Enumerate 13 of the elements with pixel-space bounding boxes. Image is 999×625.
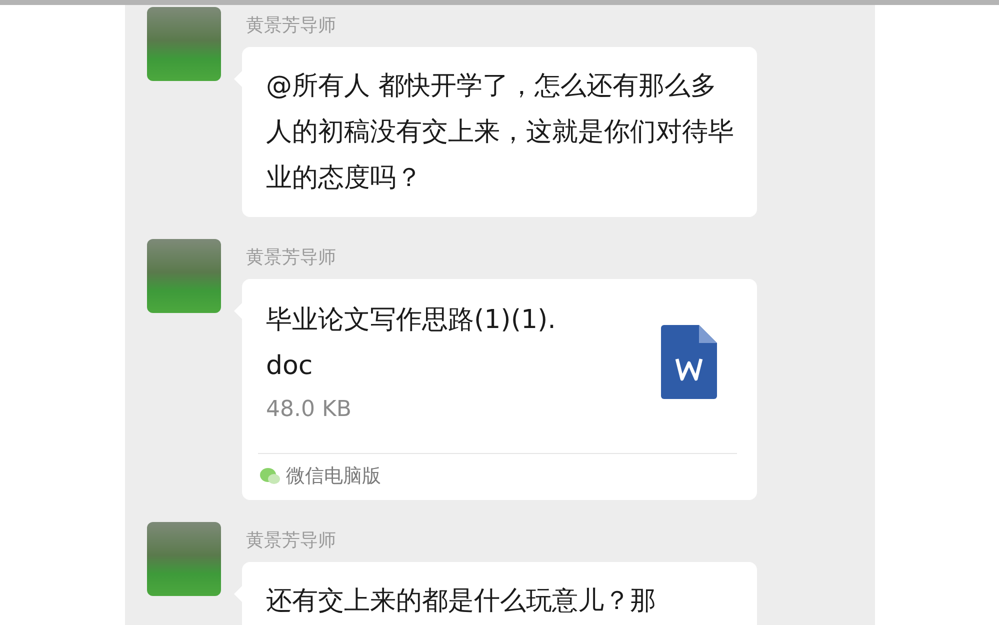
sender-name: 黄景芳导师 [246, 247, 337, 269]
file-size: 48.0 KB [265, 396, 352, 424]
avatar-photo-placeholder[interactable] [147, 239, 221, 313]
message-text: 还有交上来的都是什么玩意儿？那 [265, 585, 657, 618]
chat-bubbles-icon [260, 467, 280, 485]
sender-name: 黄景芳导师 [246, 15, 337, 37]
message-text: @所有人 都快开学了，怎么还有那么多人的初稿没有交上来，这就是你们对待毕业的态度吗？ [265, 70, 735, 195]
source-label: 微信电脑版 [286, 464, 381, 488]
file-name: 毕业论文写作思路(1)(1).doc [266, 304, 557, 383]
avatar-photo-placeholder[interactable] [147, 7, 221, 81]
sender-name: 黄景芳导师 [246, 530, 337, 552]
avatar-photo-placeholder[interactable] [147, 522, 221, 596]
word-document-icon [661, 325, 717, 399]
